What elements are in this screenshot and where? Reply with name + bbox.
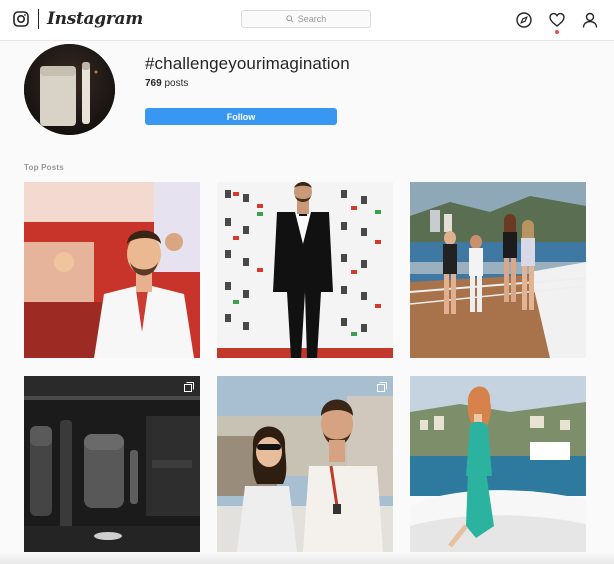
post-tile-1[interactable] [24, 182, 200, 358]
post-tile-2[interactable] [217, 182, 393, 358]
instagram-camera-icon[interactable] [13, 11, 29, 27]
profile-user-icon[interactable] [582, 12, 598, 28]
post-tile-5[interactable] [217, 376, 393, 552]
multiple-photos-icon [377, 382, 387, 392]
explore-compass-icon[interactable] [516, 12, 532, 28]
hashtag-avatar [24, 44, 115, 135]
multiple-photos-icon [184, 382, 194, 392]
post-tile-6[interactable] [410, 376, 586, 552]
top-posts-heading: Top Posts [24, 163, 64, 172]
activity-heart-icon[interactable] [549, 12, 565, 28]
follow-button[interactable]: Follow [145, 108, 337, 125]
post-count-number: 769 [145, 78, 162, 89]
post-tile-3[interactable] [410, 182, 586, 358]
post-count: 769 posts [145, 78, 188, 89]
top-navigation-bar: Instagram Search [0, 0, 614, 41]
search-icon [286, 15, 294, 23]
instagram-wordmark[interactable]: Instagram [47, 9, 143, 29]
scroll-fade [0, 552, 614, 564]
search-input[interactable]: Search [241, 10, 371, 28]
search-placeholder: Search [297, 14, 327, 24]
post-tile-4[interactable] [24, 376, 200, 552]
logo-divider [38, 9, 39, 29]
hashtag-title: #challengeyourimagination [145, 54, 350, 73]
notification-dot [555, 30, 559, 34]
post-count-label: posts [164, 78, 189, 89]
